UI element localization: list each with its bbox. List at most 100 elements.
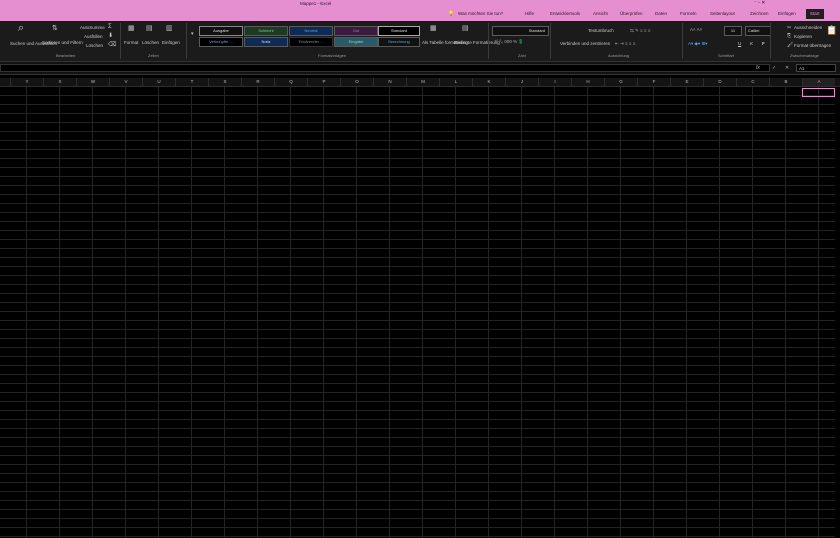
column-header-o[interactable]: O [340, 78, 373, 86]
column-header-q[interactable]: Q [274, 78, 307, 86]
cancel-icon[interactable]: ✕ [785, 65, 789, 71]
lightbulb-icon: 💡 [448, 11, 455, 17]
column-header-a[interactable]: A [802, 78, 835, 86]
column-header-m[interactable]: M [406, 78, 439, 86]
column-header-i[interactable]: I [538, 78, 571, 86]
delete-cells-icon: ▤ [146, 25, 153, 32]
conditional-format-icon: ▤ [462, 25, 469, 32]
column-header-y[interactable]: Y [10, 78, 43, 86]
copy-button[interactable]: Kopieren [794, 34, 812, 39]
column-header-u[interactable]: U [142, 78, 175, 86]
style-gut[interactable]: Gut [334, 26, 378, 36]
tab-entwicklertools[interactable]: Entwicklertools [550, 11, 580, 16]
column-header-w[interactable]: W [76, 78, 109, 86]
column-header-x[interactable]: X [43, 78, 76, 86]
group-separator [550, 23, 551, 59]
font-size-select[interactable]: 11 [724, 26, 742, 36]
tab-formeln[interactable]: Formeln [680, 11, 697, 16]
formula-bar: fx ✓ ✕ A1 [0, 62, 840, 75]
wrap-text-button[interactable]: Textumbruch [588, 28, 614, 33]
insert-cells-button[interactable]: Einfügen [162, 40, 180, 45]
font-size-grow-shrink[interactable]: A˄ A˅ [690, 27, 702, 32]
style-schlecht[interactable]: Schlecht [244, 26, 288, 36]
column-header-p[interactable]: P [307, 78, 340, 86]
tab-ueberpruefen[interactable]: Überprüfen [620, 11, 643, 16]
tab-daten[interactable]: Daten [655, 11, 667, 16]
fx-button[interactable]: fx [756, 65, 760, 71]
column-header-h[interactable]: H [571, 78, 604, 86]
name-box[interactable]: A1 [796, 64, 836, 72]
column-header-b[interactable]: B [769, 78, 802, 86]
tab-einfuegen[interactable]: Einfügen [778, 11, 796, 16]
conditional-format-button[interactable]: Bedingte Formatierung [454, 40, 500, 45]
cells-group-label: Zellen [148, 53, 159, 58]
cut-button[interactable]: Ausschneiden [794, 25, 822, 30]
column-header-l[interactable]: L [439, 78, 472, 86]
merge-center-button[interactable]: Verbinden und zentrieren [560, 41, 610, 46]
tab-hilfe[interactable]: Hilfe [525, 11, 534, 16]
select-all-corner[interactable] [835, 78, 840, 86]
group-separator [186, 23, 187, 59]
fill-button[interactable]: Ausfüllen [84, 34, 103, 39]
tab-zeichnen[interactable]: Zeichnen [750, 11, 769, 16]
column-header-v[interactable]: V [109, 78, 142, 86]
style-erklaerender[interactable]: Erklärender ... [289, 37, 333, 47]
style-neutral[interactable]: Neutral [289, 26, 333, 36]
alignment-top-icons[interactable]: ⇆ ✎ ≡ ≡ ≡ [630, 28, 650, 33]
cell-grid[interactable] [0, 87, 835, 538]
eraser-icon: ⌫ [108, 42, 117, 48]
column-header-f[interactable]: F [637, 78, 670, 86]
number-format-select[interactable]: Standard [492, 26, 549, 36]
tab-seitenlayout[interactable]: Seitenlayout [710, 11, 735, 16]
bold-button[interactable]: F [762, 41, 765, 46]
number-format-icons[interactable]: ⁺⁰ ⁰₀ 000 % 💲 [494, 39, 524, 44]
styles-scroll-icon[interactable]: ▾ [191, 31, 194, 38]
alignment-bottom-icons[interactable]: ⇤ ⇥ ≡ ≡ ≡ [615, 41, 635, 46]
column-header-d[interactable]: D [703, 78, 736, 86]
sort-filter-icon: ⇅ [52, 25, 58, 32]
column-header-c[interactable]: C [736, 78, 769, 86]
search-label[interactable]: Was möchten Sie tun? [458, 11, 503, 16]
style-eingabe[interactable]: Eingabe [334, 37, 378, 47]
delete-cells-button[interactable]: Löschen [142, 40, 159, 45]
font-name-select[interactable]: Calibri [745, 26, 771, 36]
format-painter-button[interactable]: Format übertragen [794, 43, 831, 48]
column-header-e[interactable]: E [670, 78, 703, 86]
ribbon: ⌕ Suchen und Auswählen ⇅ Sortieren und F… [0, 21, 840, 62]
paste-icon[interactable]: 📋 [826, 26, 837, 35]
sort-filter-button[interactable]: Sortieren und Filtern [42, 40, 83, 45]
group-separator [120, 23, 121, 59]
italic-button[interactable]: K [750, 41, 753, 46]
enter-icon[interactable]: ✓ [772, 65, 776, 71]
search-icon: ⌕ [18, 22, 25, 34]
style-verknuepfte[interactable]: Verknüpfte ... [199, 37, 243, 47]
column-header-g[interactable]: G [604, 78, 637, 86]
tab-start[interactable]: Start [806, 9, 824, 19]
column-header-s[interactable]: S [208, 78, 241, 86]
group-separator [770, 23, 771, 59]
number-group-label: Zahl [518, 53, 526, 58]
format-painter-icon: 🖌 [787, 42, 794, 48]
underline-button[interactable]: U [738, 41, 741, 46]
column-header-k[interactable]: K [472, 78, 505, 86]
editing-group-label: Bearbeiten [56, 53, 76, 58]
column-header-j[interactable]: J [505, 78, 538, 86]
tab-ansicht[interactable]: Ansicht [593, 11, 608, 16]
column-header-r[interactable]: R [241, 78, 274, 86]
style-ausgabe[interactable]: Ausgabe [199, 26, 243, 36]
autosum-button[interactable]: AutoSumme [80, 25, 105, 30]
worksheet: YXWVUTSRQPONMLKJIHGFEDCBA [0, 78, 840, 538]
format-as-table-icon: ▦ [430, 25, 437, 32]
active-cell[interactable] [802, 88, 835, 97]
format-cells-button[interactable]: Format [124, 40, 138, 45]
font-color-fill-icons[interactable]: A▾ ◆▾ ⊞▾ [688, 41, 708, 46]
column-header-n[interactable]: N [373, 78, 406, 86]
style-notiz[interactable]: Notiz [244, 37, 288, 47]
style-berechnung[interactable]: Berechnung [378, 37, 420, 47]
window-controls[interactable]: ⁻ ▫ ✕ [754, 0, 765, 6]
column-header-t[interactable]: T [175, 78, 208, 86]
autosum-icon: Σ [108, 24, 112, 30]
clear-button[interactable]: Löschen [86, 43, 103, 48]
formula-input[interactable] [0, 64, 770, 72]
style-standard[interactable]: Standard [378, 26, 420, 36]
